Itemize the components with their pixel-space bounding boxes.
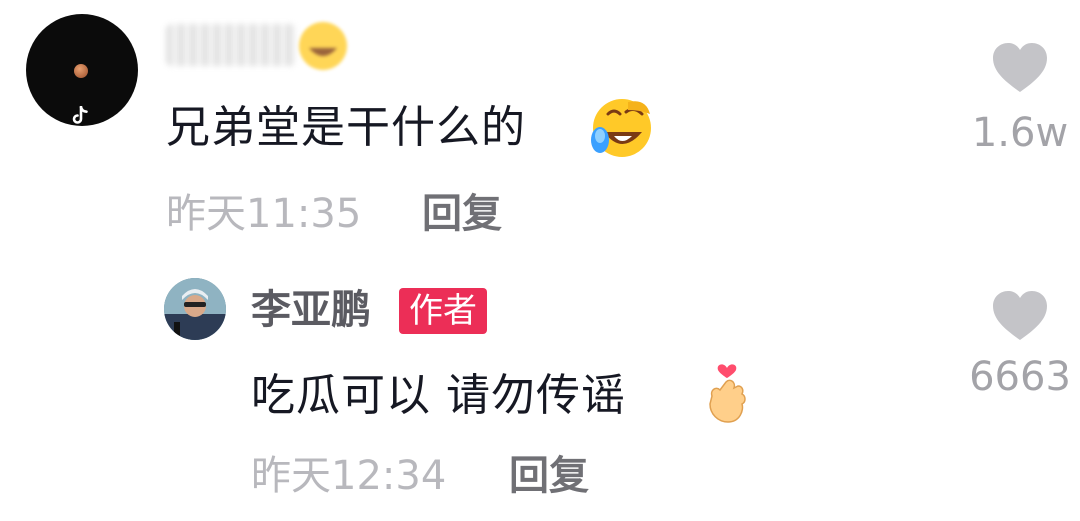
- comment-reply-button[interactable]: 回复: [422, 188, 502, 240]
- author-badge: 作者: [399, 288, 487, 334]
- avatar-dot: [74, 64, 88, 78]
- commenter-username-blurred[interactable]: [166, 24, 296, 66]
- author-avatar[interactable]: [164, 278, 226, 340]
- author-name[interactable]: 李亚鹏: [251, 284, 371, 336]
- avatar-photo: [164, 278, 226, 340]
- heart-icon: [993, 291, 1047, 340]
- heart-icon: [993, 43, 1047, 92]
- reply-like-count: 6663: [969, 354, 1071, 400]
- comment-like-button[interactable]: 1.6w: [965, 42, 1075, 158]
- comment-like-count: 1.6w: [971, 110, 1069, 156]
- comment-text: 兄弟堂是干什么的: [166, 102, 526, 153]
- comment-timestamp: 昨天11:35: [166, 191, 362, 237]
- reply-reply-button[interactable]: 回复: [509, 450, 589, 502]
- commenter-avatar[interactable]: [26, 14, 138, 126]
- reply-text-row: 吃瓜可以 请勿传谣: [251, 364, 626, 428]
- laughing-crying-emoji-icon: [299, 22, 347, 70]
- tiktok-logo-icon: [72, 106, 88, 124]
- laughing-crying-emoji-icon: [591, 99, 651, 157]
- comment-text-row: 兄弟堂是干什么的: [166, 96, 526, 160]
- reply-timestamp: 昨天12:34: [251, 453, 447, 499]
- finger-heart-emoji-icon: [709, 364, 746, 423]
- reply-text: 吃瓜可以 请勿传谣: [251, 370, 626, 421]
- reply-like-button[interactable]: 6663: [965, 290, 1075, 402]
